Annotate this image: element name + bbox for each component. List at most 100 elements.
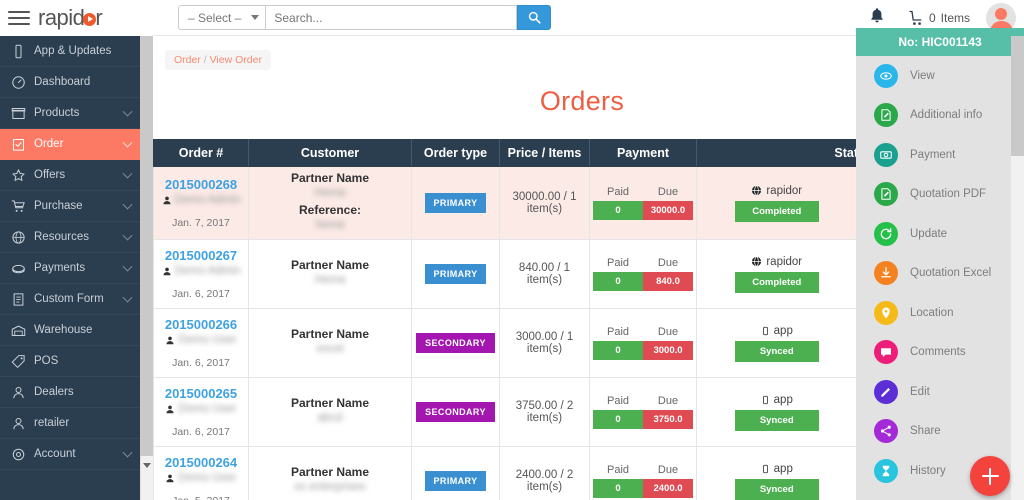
cart-icon: [909, 10, 924, 27]
status-source-label: app: [774, 394, 793, 406]
sidebar-item-label: POS: [34, 355, 58, 367]
gauge-icon: [11, 75, 26, 90]
page-scrollbar-thumb[interactable]: [1011, 36, 1024, 156]
refresh-icon: [874, 222, 898, 246]
chevron-down-icon: [123, 200, 133, 210]
money-icon: [874, 143, 898, 167]
action-quotation-pdf[interactable]: Quotation PDF: [856, 175, 1024, 215]
sidebar-item-retailer[interactable]: retailer: [0, 408, 140, 439]
cart-button[interactable]: 0 Items: [909, 10, 970, 27]
share-icon: [874, 419, 898, 443]
due-label: Due: [643, 257, 693, 269]
action-location[interactable]: Location: [856, 293, 1024, 333]
search-input[interactable]: [265, 5, 517, 30]
cell-price-items: 2400.00 / 2item(s): [500, 447, 590, 500]
sidebar-item-dealers[interactable]: Dealers: [0, 377, 140, 408]
breadcrumb-parent[interactable]: Order: [174, 54, 201, 66]
payment-group: Paid0Due3750.0: [593, 395, 693, 429]
note-edit-icon: [874, 182, 898, 206]
due-label: Due: [643, 395, 693, 407]
sidebar-nav: App & UpdatesDashboardProductsOrderOffer…: [0, 36, 140, 470]
cell-payment: Paid0Due3000.0: [590, 309, 697, 378]
sidebar-item-custom-form[interactable]: Custom Form: [0, 284, 140, 315]
brand-name-part2: r: [95, 5, 102, 30]
mobile-icon: [761, 394, 770, 406]
plus-icon-vertical: [989, 468, 992, 485]
paid-value: 0: [593, 479, 643, 498]
status-source-group: appSynced: [700, 325, 854, 362]
sidebar-item-purchase[interactable]: Purchase: [0, 191, 140, 222]
order-number-link[interactable]: 2015000264: [157, 455, 245, 470]
bell-icon: [869, 7, 885, 24]
status-source-label: app: [774, 463, 793, 475]
breadcrumb-current[interactable]: View Order: [210, 54, 262, 66]
paid-label: Paid: [593, 186, 643, 198]
paid-label: Paid: [593, 464, 643, 476]
cell-order-number[interactable]: 2015000266Demo UserJan. 6, 2017: [154, 309, 249, 378]
cell-price-items: 840.00 / 1item(s): [500, 240, 590, 309]
sidebar-item-pos[interactable]: POS: [0, 346, 140, 377]
sidebar-item-label: retailer: [34, 417, 69, 429]
status-source: app: [700, 394, 854, 406]
notifications-button[interactable]: [869, 7, 885, 29]
order-number-link[interactable]: 2015000266: [157, 317, 245, 332]
star-icon: [11, 168, 26, 183]
hamburger-menu-icon[interactable]: [8, 7, 30, 29]
payment-group: Paid0Due840.0: [593, 257, 693, 291]
sidebar-item-order[interactable]: Order: [0, 129, 140, 160]
due-value: 30000.0: [643, 201, 693, 220]
eye-icon: [879, 69, 893, 83]
cell-order-number[interactable]: 2015000265Demo UserJan. 6, 2017: [154, 378, 249, 447]
sidebar-item-dashboard[interactable]: Dashboard: [0, 67, 140, 98]
paid-label: Paid: [593, 257, 643, 269]
action-label: Share: [910, 425, 941, 437]
action-view[interactable]: View: [856, 56, 1024, 96]
sidebar-scrollbar-thumb[interactable]: [140, 36, 153, 456]
sidebar-item-app-updates[interactable]: App & Updates: [0, 36, 140, 67]
cell-order-number[interactable]: 2015000267Demo AdminJan. 6, 2017: [154, 240, 249, 309]
payment-due-group: Due2400.0: [643, 464, 693, 498]
add-order-fab-button[interactable]: [970, 456, 1010, 496]
search-button[interactable]: [517, 5, 551, 30]
paid-label: Paid: [593, 395, 643, 407]
sidebar-item-offers[interactable]: Offers: [0, 160, 140, 191]
price-value: 3000.00 / 1: [503, 331, 586, 343]
order-number-link[interactable]: 2015000265: [157, 386, 245, 401]
payment-paid-group: Paid0: [593, 257, 643, 291]
sidebar-item-products[interactable]: Products: [0, 98, 140, 129]
order-number-link[interactable]: 2015000268: [157, 177, 245, 192]
sidebar-item-label: Purchase: [34, 200, 83, 212]
sidebar-item-resources[interactable]: Resources: [0, 222, 140, 253]
order-date: Jan. 7, 2017: [172, 217, 230, 229]
action-update[interactable]: Update: [856, 214, 1024, 254]
globe-icon: [751, 185, 762, 196]
search-group: – Select –: [178, 5, 551, 30]
items-count: item(s): [503, 203, 586, 215]
action-label: Comments: [910, 346, 966, 358]
user-icon: [10, 416, 27, 431]
breadcrumb: Order / View Order: [165, 50, 271, 70]
sidebar-item-payments[interactable]: Payments: [0, 253, 140, 284]
payment-paid-group: Paid 0: [593, 464, 643, 498]
status-source-label: rapidor: [766, 256, 802, 268]
action-edit[interactable]: Edit: [856, 372, 1024, 412]
action-payment[interactable]: Payment: [856, 135, 1024, 175]
action-share[interactable]: Share: [856, 412, 1024, 452]
order-number-link[interactable]: 2015000267: [157, 248, 245, 263]
map-pin-icon: [879, 306, 893, 320]
brand-logo[interactable]: rapidr: [38, 7, 102, 29]
sidebar-item-account[interactable]: Account: [0, 439, 140, 470]
cell-order-number[interactable]: 2015000264Demo UserJan. 5, 2017: [154, 447, 249, 500]
status-source-group: appSynced: [700, 394, 854, 431]
status-source: app: [700, 325, 854, 337]
mobile-icon: [761, 463, 770, 475]
cell-order-type: PRIMARY: [412, 447, 500, 500]
status-source-label: app: [774, 325, 793, 337]
cell-order-number[interactable]: 2015000268Demo AdminJan. 7, 2017: [154, 167, 249, 240]
sidebar-item-warehouse[interactable]: Warehouse: [0, 315, 140, 346]
action-comments[interactable]: Comments: [856, 333, 1024, 373]
action-quotation-excel[interactable]: Quotation Excel: [856, 254, 1024, 294]
search-category-select[interactable]: – Select –: [178, 5, 265, 30]
action-additional-info[interactable]: Additional info: [856, 96, 1024, 136]
sidebar-scroll-down-arrow-icon[interactable]: [140, 456, 153, 474]
